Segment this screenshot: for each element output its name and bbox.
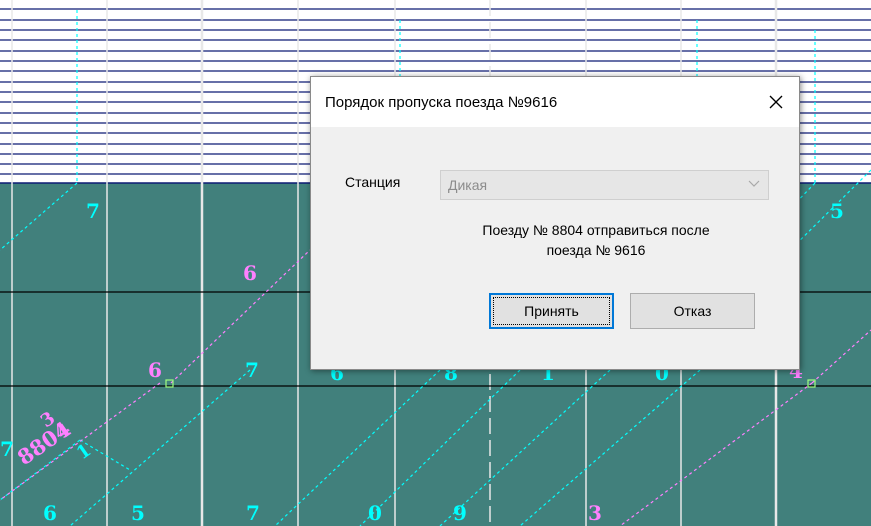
graph-number: 6 xyxy=(243,261,257,285)
close-button[interactable] xyxy=(753,77,799,127)
graph-number: 3 xyxy=(588,501,602,525)
cancel-button-label: Отказ xyxy=(673,303,712,319)
graph-number: 7 xyxy=(246,501,260,525)
focus-rect xyxy=(493,297,610,325)
graph-number: 9 xyxy=(453,501,467,525)
train-order-dialog: Порядок пропуска поезда №9616 Станция Ди… xyxy=(310,76,800,370)
station-label: Станция xyxy=(345,174,401,190)
dialog-title: Порядок пропуска поезда №9616 xyxy=(325,94,558,111)
cancel-button[interactable]: Отказ xyxy=(630,293,755,329)
chevron-down-icon xyxy=(748,180,760,187)
close-icon xyxy=(769,95,783,109)
dialog-message: Поезду № 8804 отправиться после поезда №… xyxy=(431,220,761,260)
graph-number: 5 xyxy=(830,199,844,223)
dialog-titlebar[interactable]: Порядок пропуска поезда №9616 xyxy=(311,77,799,127)
graph-number: 0 xyxy=(368,501,382,525)
station-dropdown[interactable]: Дикая xyxy=(440,170,769,200)
graph-number: 6 xyxy=(148,358,162,382)
graph-number: 5 xyxy=(131,501,145,525)
message-line: поезда № 9616 xyxy=(546,242,646,258)
dialog-body: Станция Дикая Поезду № 8804 отправиться … xyxy=(311,127,799,369)
graph-number: 7 xyxy=(86,199,100,223)
graph-number: 7 xyxy=(245,358,259,382)
station-value: Дикая xyxy=(448,177,488,193)
graph-number: 6 xyxy=(43,501,57,525)
accept-button[interactable]: Принять xyxy=(489,293,614,329)
message-line: Поезду № 8804 отправиться после xyxy=(482,222,710,238)
